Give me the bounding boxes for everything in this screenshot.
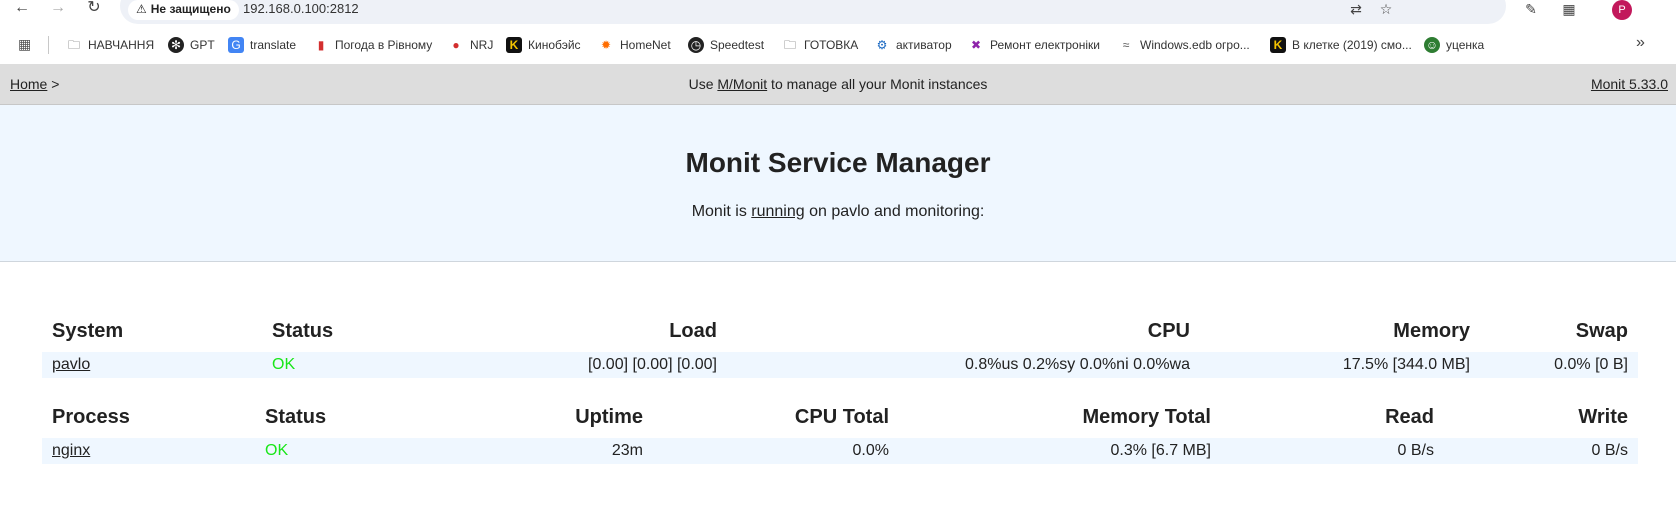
bookmark-item[interactable]: Gtranslate [228, 35, 296, 55]
status-subtitle: Monit is running on pavlo and monitoring… [691, 203, 985, 220]
speedtest-icon: ◷ [688, 37, 704, 53]
mmonit-link[interactable]: M/Monit [717, 76, 767, 92]
apps-grid-icon[interactable]: ▦ [18, 36, 34, 52]
star-icon[interactable]: ☆ [1376, 0, 1396, 18]
openai-icon: ✻ [168, 37, 184, 53]
url-text[interactable]: 192.168.0.100:2812 [243, 0, 359, 18]
puzzle-icon[interactable]: ▦ [1558, 0, 1580, 20]
swap-value: 0.0% [0 B] [1480, 352, 1638, 378]
security-label: Не защищено [150, 2, 231, 16]
bookmark-item[interactable]: ◷ Speedtest [688, 35, 764, 55]
warning-icon: ⚠ [136, 2, 147, 16]
monit-header-bar: Home > Use M/Monit to manage all your Mo… [0, 64, 1676, 105]
process-table-header: Process Status Uptime CPU Total Memory T… [42, 396, 1638, 438]
thermometer-icon: ▮ [317, 38, 325, 52]
hero-section: Monit Service Manager Monit is running o… [0, 105, 1676, 262]
column-header: Read [1385, 405, 1434, 428]
process-link[interactable]: nginx [52, 442, 90, 459]
write-value: 0 B/s [1444, 438, 1638, 464]
kinobase-icon: K [1270, 37, 1286, 53]
back-arrow-icon[interactable]: ← [12, 0, 32, 18]
column-header: Memory Total [1082, 405, 1211, 428]
memory-value: 17.5% [344.0 MB] [1200, 352, 1480, 378]
column-header: Uptime [575, 405, 643, 428]
extension-icon[interactable]: ✎ [1520, 0, 1542, 20]
system-name-cell: pavlo [42, 352, 262, 378]
bookmark-item[interactable]: KВ клетке (2019) смо... [1270, 35, 1412, 55]
bookmark-item[interactable]: ● NRJ [448, 35, 493, 55]
column-header: Swap [1575, 319, 1628, 342]
cpu-total-value: 0.0% [653, 438, 899, 464]
column-header: Status [272, 319, 334, 342]
table-row: pavlo OK [0.00] [0.00] [0.00] 0.8%us 0.2… [42, 352, 1638, 378]
process-table: Process Status Uptime CPU Total Memory T… [42, 396, 1638, 464]
forward-arrow-icon[interactable]: → [48, 0, 68, 18]
read-value: 0 B/s [1221, 438, 1444, 464]
column-header: CPU Total [794, 405, 889, 428]
page-title: Monit Service Manager [685, 147, 991, 178]
gear-icon: ⚙ [876, 38, 888, 52]
process-name-cell: nginx [42, 438, 255, 464]
system-link[interactable]: pavlo [52, 356, 90, 373]
profile-avatar[interactable]: P [1612, 0, 1632, 20]
cpu-value: 0.8%us 0.2%sy 0.0%ni 0.0%wa [727, 352, 1200, 378]
bookmark-item[interactable]: ▮ Погода в Рівному [313, 35, 433, 55]
column-header: Write [1578, 405, 1628, 428]
security-chip[interactable]: ⚠ Не защищено [128, 0, 239, 20]
column-header: Load [669, 319, 717, 342]
address-bar[interactable]: ⚠ Не защищено 192.168.0.100:2812 ⇄ ☆ [120, 0, 1506, 24]
status-badge: OK [262, 352, 442, 378]
bookmark-item[interactable]: ✻ GPT [168, 35, 215, 55]
bookmark-item[interactable]: ✖ Ремонт електроніки [968, 35, 1100, 55]
memory-total-value: 0.3% [6.7 MB] [899, 438, 1221, 464]
bookmark-item[interactable]: K Кинобэйс [506, 35, 581, 55]
waveform-icon: ≈ [1122, 38, 1130, 52]
column-header: Status [265, 405, 327, 428]
bookmark-item[interactable]: ≈ Windows.edb огро... [1118, 35, 1250, 55]
bookmarks-overflow-icon[interactable]: » [1636, 34, 1645, 52]
bookmark-item[interactable]: 🗀 ГОТОВКА [782, 35, 858, 55]
mmonit-note: Use M/Monit to manage all your Monit ins… [688, 76, 988, 92]
bookmarks-divider [48, 36, 49, 54]
folder-icon: 🗀 [67, 38, 80, 52]
tools-icon: ✖ [970, 38, 982, 52]
column-header: Process [52, 405, 130, 428]
system-table-header: System Status Load CPU Memory Swap [42, 310, 1638, 352]
uptime-value: 23m [449, 438, 653, 464]
running-link[interactable]: running [751, 203, 804, 220]
version-link[interactable]: Monit 5.33.0 [1591, 76, 1668, 92]
system-table: System Status Load CPU Memory Swap pavlo… [42, 310, 1638, 378]
bookmark-item[interactable]: ✹ HomeNet [598, 35, 671, 55]
bookmark-item[interactable]: ⚙ активатор [874, 35, 952, 55]
column-header: System [52, 319, 124, 342]
column-header: CPU [1147, 319, 1190, 342]
kinobase-icon: K [506, 37, 522, 53]
translate-icon[interactable]: ⇄ [1346, 0, 1366, 18]
nrj-icon: ● [452, 38, 460, 52]
column-header: Memory [1393, 319, 1470, 342]
bookmark-item[interactable]: 🗀 НАВЧАННЯ [66, 35, 154, 55]
google-translate-icon: G [228, 37, 244, 53]
status-badge: OK [255, 438, 449, 464]
reload-icon[interactable]: ↻ [84, 0, 104, 18]
bookmark-item[interactable]: ☺ уценка [1424, 35, 1484, 55]
load-value: [0.00] [0.00] [0.00] [442, 352, 727, 378]
browser-toolbar: ← → ↻ ⚠ Не защищено 192.168.0.100:2812 ⇄ … [0, 0, 1676, 24]
sun-icon: ✹ [600, 38, 612, 52]
face-icon: ☺ [1424, 37, 1440, 53]
folder-icon: 🗀 [783, 38, 796, 52]
bookmarks-bar: ▦ 🗀 НАВЧАННЯ ✻ GPT Gtranslate ▮ Погода в Рі… [0, 28, 1676, 62]
table-row: nginx OK 23m 0.0% 0.3% [6.7 MB] 0 B/s 0 … [42, 438, 1638, 464]
